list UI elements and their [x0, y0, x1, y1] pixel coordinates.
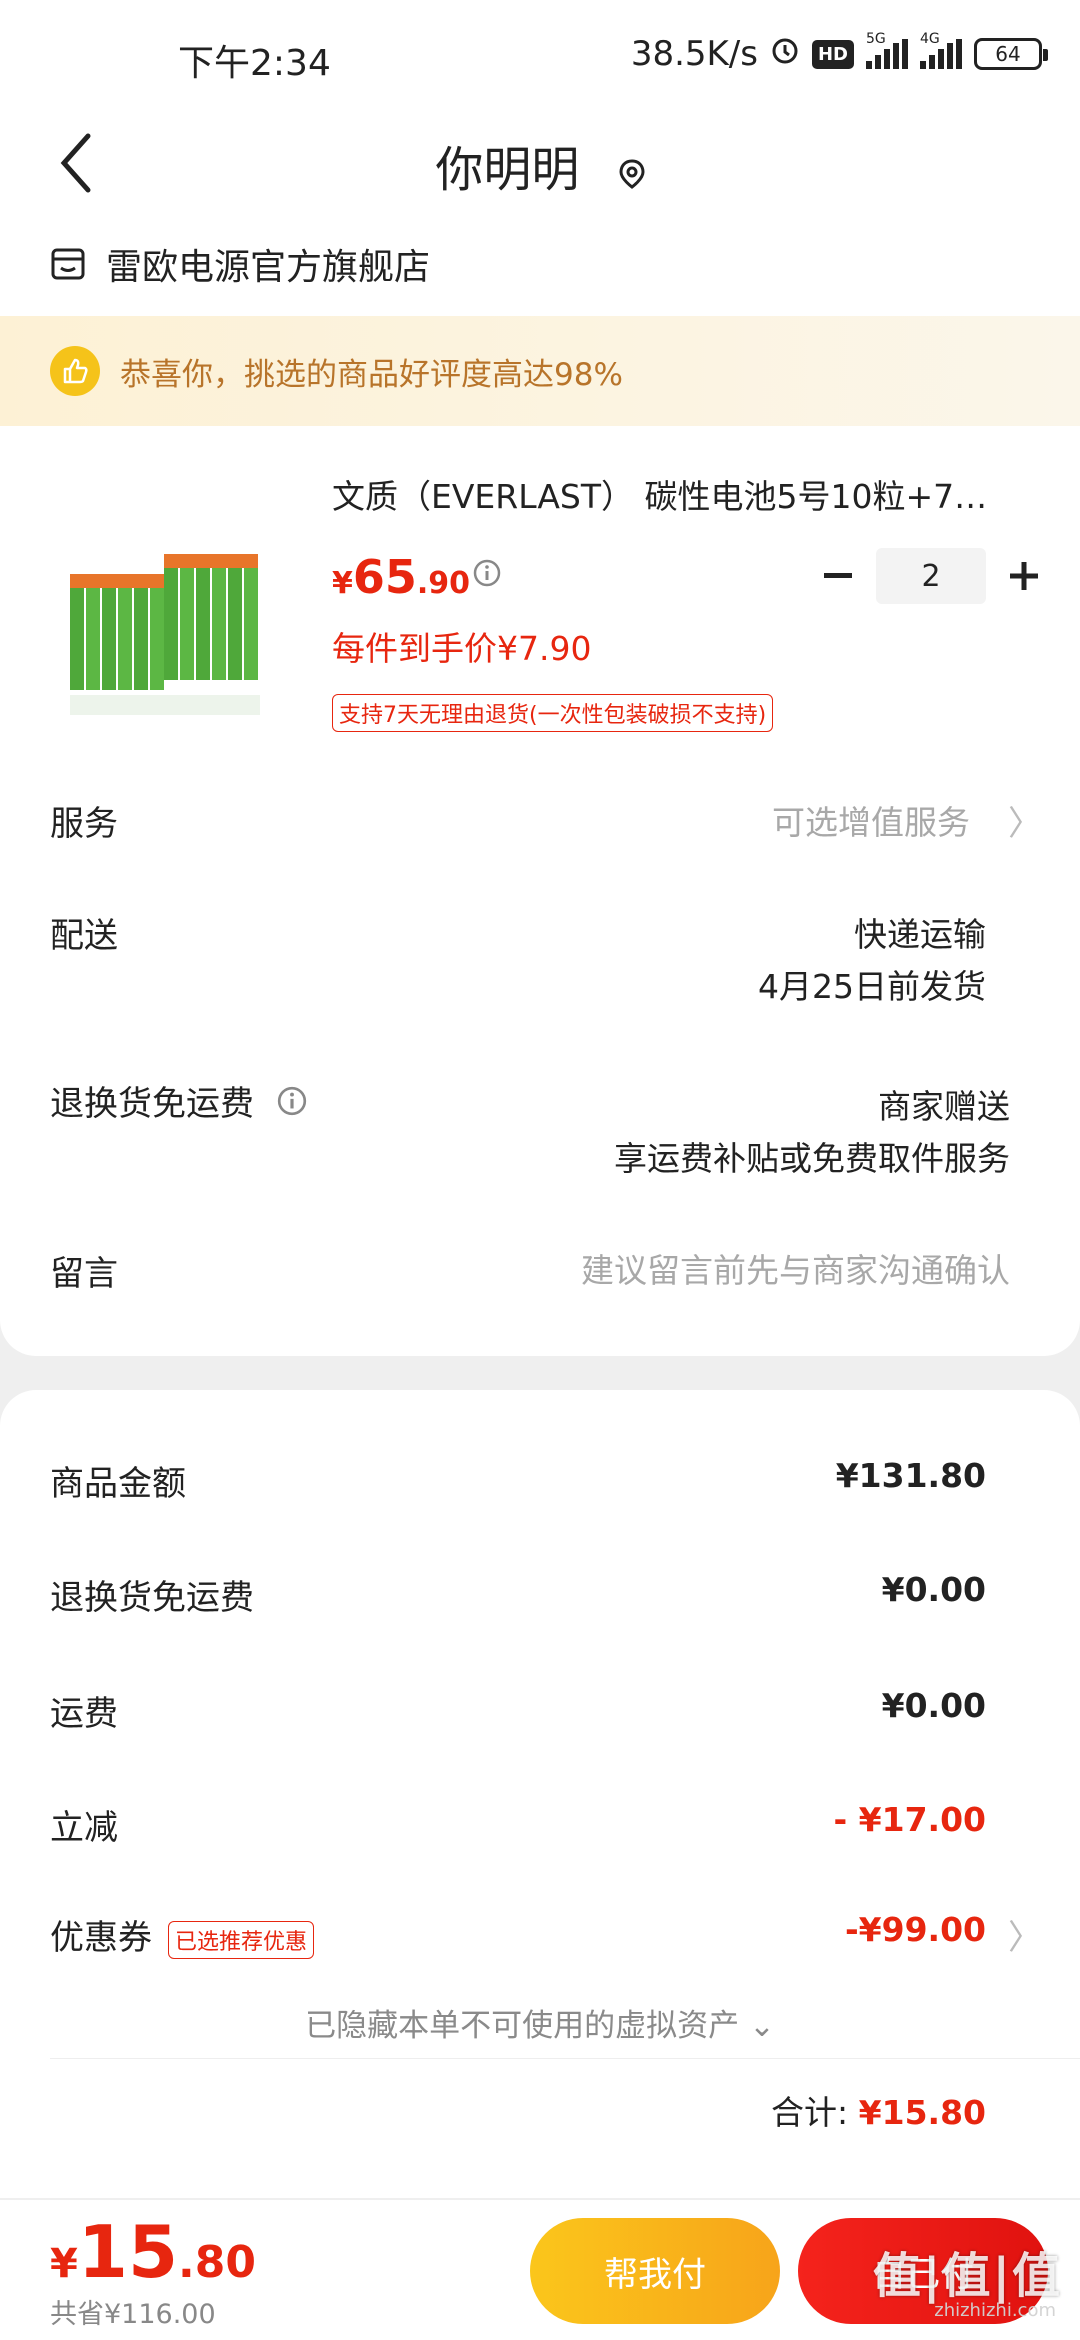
price-summary-card: 商品金额 ¥131.80 退换货免运费 ¥0.00 运费 ¥0.00 立减 - … — [0, 1390, 1080, 2198]
store-name: 雷欧电源官方旗舰店 — [106, 247, 431, 288]
location-pin-icon — [619, 145, 645, 201]
minus-icon — [824, 573, 852, 578]
status-bar: 下午2:34 38.5K/s HD 5G 4G 64 — [0, 0, 1080, 110]
status-icons: 38.5K/s HD 5G 4G 64 — [630, 31, 1048, 74]
battery-pack-right — [164, 554, 258, 680]
service-option[interactable]: 可选增值服务 — [772, 796, 970, 844]
message-label: 留言 — [50, 1254, 118, 1294]
delivery-method: 快递运输 — [854, 915, 986, 954]
return-freight-summary-value: ¥0.00 — [881, 1570, 986, 1609]
store-icon — [51, 248, 85, 280]
help-pay-button[interactable]: 帮我付 — [530, 2218, 780, 2324]
price-info-icon[interactable] — [472, 558, 502, 592]
hd-icon: HD — [811, 39, 854, 69]
shipping-label: 运费 — [50, 1694, 118, 1734]
nav-header: 你明明 — [0, 110, 1080, 220]
battery-pack-left — [70, 574, 164, 690]
discount-label: 立减 — [50, 1808, 118, 1848]
return-freight-detail: 享运费补贴或免费取件服务 — [614, 1139, 1010, 1178]
coupon-label: 优惠券 — [50, 1918, 152, 1958]
total-label: 合计: — [771, 2093, 849, 2132]
service-label: 服务 — [50, 804, 118, 844]
checkout-bar: ¥15.80 共省¥116.00 帮我付 自己付 值|值|值 zhizhizhi… — [0, 2200, 1080, 2340]
info-icon[interactable] — [276, 1085, 308, 1117]
hidden-assets-text: 已隐藏本单不可使用的虚拟资产 — [305, 2008, 740, 2044]
total-value: ¥15.80 — [858, 2093, 986, 2132]
rating-banner: 恭喜你，挑选的商品好评度高达98% — [0, 316, 1080, 426]
plus-icon — [1010, 562, 1038, 590]
coupon-tag: 已选推荐优惠 — [168, 1920, 315, 1959]
saved-amount: 共省¥116.00 — [50, 2299, 216, 2330]
signal-4g-icon: 4G — [920, 31, 962, 69]
quantity-stepper[interactable]: 2 — [810, 548, 1052, 604]
alarm-icon — [770, 34, 800, 74]
status-time: 下午2:34 — [178, 43, 331, 84]
return-freight-label: 退换货免运费 — [50, 1084, 254, 1124]
coupon-value[interactable]: -¥99.00 — [845, 1910, 986, 1949]
hidden-assets-toggle[interactable]: 已隐藏本单不可使用的虚拟资产 ⌄ — [0, 2000, 1080, 2045]
delivery-label: 配送 — [50, 916, 118, 956]
order-total: 合计: ¥15.80 — [771, 2086, 986, 2134]
increase-button[interactable] — [996, 548, 1052, 604]
return-freight-summary-label: 退换货免运费 — [50, 1578, 254, 1618]
product-price: ¥65.90 — [332, 550, 471, 604]
discount-value: - ¥17.00 — [833, 1800, 986, 1839]
delivery-date: 4月25日前发货 — [758, 967, 986, 1006]
message-input[interactable]: 建议留言前先与商家沟通确认 — [581, 1244, 1010, 1292]
watermark-logo: 值|值|值 zhizhizhi.com — [872, 2248, 1062, 2321]
return-freight-value: 商家赠送 — [878, 1087, 1010, 1126]
coupon-chevron-icon[interactable]: 〉 — [1008, 1910, 1042, 1959]
divider — [50, 2058, 1080, 2059]
decrease-button[interactable] — [810, 548, 866, 604]
chevron-right-icon[interactable]: 〉 — [1008, 796, 1042, 845]
goods-amount-label: 商品金额 — [50, 1464, 186, 1504]
return-freight-row-label: 退换货免运费 — [50, 1076, 308, 1125]
coupon-row[interactable]: 优惠券 已选推荐优惠 — [50, 1910, 315, 1959]
product-title[interactable]: 文质（EVERLAST） 碳性电池5号10粒+7… — [332, 470, 1032, 518]
battery-icon: 64 — [974, 38, 1048, 70]
page-title[interactable]: 你明明 — [0, 130, 1080, 201]
order-card: 雷欧电源官方旗舰店 恭喜你，挑选的商品好评度高达98% 文质（EVERLAST）… — [0, 220, 1080, 1356]
store-link[interactable]: 雷欧电源官方旗舰店 — [50, 238, 430, 290]
shipping-value: ¥0.00 — [881, 1686, 986, 1725]
goods-amount-value: ¥131.80 — [835, 1456, 986, 1495]
signal-5g-icon: 5G — [866, 31, 908, 69]
recipient-name: 你明明 — [435, 142, 580, 198]
unit-price: 每件到手价¥7.90 — [332, 629, 592, 668]
chevron-down-icon: ⌄ — [748, 2008, 775, 2044]
product-image[interactable] — [50, 490, 290, 750]
payable-amount: ¥15.80 — [50, 2210, 256, 2294]
thumbs-up-icon — [50, 346, 100, 396]
net-speed: 38.5K/s — [630, 34, 758, 74]
quantity-input[interactable]: 2 — [876, 548, 986, 604]
rating-text: 恭喜你，挑选的商品好评度高达98% — [120, 356, 623, 393]
return-policy-badge: 支持7天无理由退货(一次性包装破损不支持) — [332, 694, 774, 732]
